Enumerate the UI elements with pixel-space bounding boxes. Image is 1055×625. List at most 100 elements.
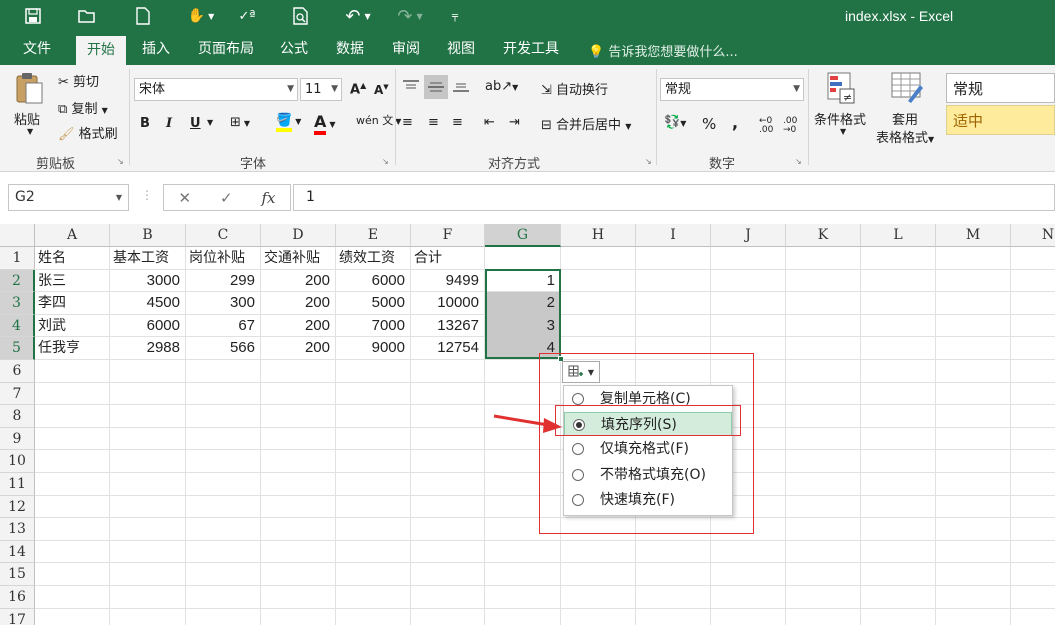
row-header-16[interactable]: 16 [0,586,35,609]
row-header-6[interactable]: 6 [0,360,35,383]
column-header-m[interactable]: M [936,224,1011,247]
format-as-table-icon[interactable] [890,71,924,109]
value-cell[interactable]: 566 [186,337,258,359]
tab-developer[interactable]: 开发工具 [496,33,566,65]
new-file-icon[interactable] [132,5,154,27]
value-cell[interactable]: 3000 [110,270,183,292]
column-header-a[interactable]: A [35,224,110,247]
row-header-13[interactable]: 13 [0,518,35,541]
row-header-11[interactable]: 11 [0,473,35,496]
paste-dropdown-icon[interactable]: ▼ [27,127,33,136]
column-header-i[interactable]: I [636,224,711,247]
column-header-j[interactable]: J [711,224,786,247]
touch-mode-icon[interactable]: ✋ ▼ [183,5,219,27]
column-header-d[interactable]: D [261,224,336,247]
conditional-format-button[interactable]: 条件格式 [814,109,866,128]
grow-font-button[interactable]: A▲ [350,81,366,97]
align-top-icon[interactable] [402,79,420,97]
formula-input[interactable]: 1 [293,184,1055,211]
value-cell[interactable]: 13267 [411,315,482,337]
column-header-f[interactable]: F [411,224,485,247]
value-cell[interactable]: 2988 [110,337,183,359]
column-header-c[interactable]: C [186,224,261,247]
value-cell[interactable]: 200 [261,315,333,337]
number-format-combo[interactable]: 常规 ▼ [660,78,804,101]
open-folder-icon[interactable] [76,5,98,27]
align-center-icon[interactable]: ≡ [428,115,439,130]
name-box[interactable]: G2 ▼ [8,184,129,211]
row-header-1[interactable]: 1 [0,247,35,270]
value-cell[interactable]: 67 [186,315,258,337]
paste-button[interactable]: 粘贴 [14,109,40,128]
name-cell[interactable]: 李四 [35,292,110,314]
align-right-icon[interactable]: ≡ [452,115,463,130]
column-header-k[interactable]: K [786,224,861,247]
font-color-button[interactable]: A ▼ [314,112,336,135]
merge-center-button[interactable]: ⊟ 合并后居中 ▼ [541,114,631,133]
underline-button[interactable]: U [190,116,201,131]
option-flash-fill[interactable]: 快速填充(F) [564,488,732,512]
row-header-12[interactable]: 12 [0,495,35,519]
tab-page-layout[interactable]: 页面布局 [192,33,260,65]
row-header-2[interactable]: 2 [0,269,35,293]
decrease-indent-icon[interactable]: ⇤ [484,115,495,130]
copy-button[interactable]: ⧉ 复制 ▼ [58,98,108,117]
format-as-table-button[interactable]: 表格格式▼ [876,127,934,146]
shrink-font-button[interactable]: A▼ [374,83,389,97]
underline-dropdown-icon[interactable]: ▼ [207,118,213,127]
wrap-text-button[interactable]: ⇲ 自动换行 [541,79,608,98]
column-header-n[interactable]: N [1011,224,1055,247]
bold-button[interactable]: B [140,116,150,131]
customize-qat-icon[interactable]: ╤ [447,5,463,27]
cut-button[interactable]: ✂ 剪切 [58,71,99,90]
column-header-g[interactable]: G [485,224,561,247]
row-header-9[interactable]: 9 [0,427,35,451]
font-launcher-icon[interactable]: ↘ [382,157,389,166]
value-cell[interactable]: 12754 [411,337,482,359]
column-header-l[interactable]: L [861,224,936,247]
row-header-5[interactable]: 5 [0,337,35,360]
value-cell[interactable]: 299 [186,270,258,292]
increase-decimal-button[interactable]: ←0 .00 [759,117,781,135]
value-cell[interactable]: 5000 [336,292,408,314]
value-cell[interactable]: 6000 [336,270,408,292]
orientation-button[interactable]: ab↗▼ [485,79,518,94]
value-cell[interactable]: 200 [261,292,333,314]
tab-home[interactable]: 开始 [76,36,126,65]
row-header-10[interactable]: 10 [0,450,35,473]
column-header-e[interactable]: E [336,224,411,247]
tell-me-box[interactable]: 💡 告诉我您想要做什么... [588,41,738,60]
name-cell[interactable]: 任我亨 [35,337,110,359]
name-cell[interactable]: 刘武 [35,315,110,337]
header-cell[interactable]: 合计 [411,247,485,269]
conditional-dropdown-icon[interactable]: ▼ [840,127,846,136]
clipboard-launcher-icon[interactable]: ↘ [117,157,124,166]
value-cell[interactable]: 7000 [336,315,408,337]
format-painter-button[interactable]: 🖌 格式刷 [58,123,118,142]
align-bottom-icon[interactable] [452,79,470,97]
value-cell[interactable]: 9499 [411,270,482,292]
select-all-corner[interactable] [0,224,35,247]
tab-file[interactable]: 文件 [12,33,62,65]
cell-style-normal[interactable]: 常规 [946,73,1055,103]
value-cell[interactable]: 10000 [411,292,482,314]
value-cell[interactable]: 6000 [110,315,183,337]
column-header-b[interactable]: B [110,224,186,247]
cell-style-neutral[interactable]: 适中 [946,105,1055,135]
accounting-format-button[interactable]: 💱▼ [664,115,686,130]
row-header-8[interactable]: 8 [0,405,35,428]
option-fill-without-formatting[interactable]: 不带格式填充(O) [564,463,732,487]
comma-button[interactable]: , [732,113,738,132]
row-header-4[interactable]: 4 [0,314,35,338]
value-cell[interactable]: 200 [261,270,333,292]
align-left-icon[interactable]: ≡ [402,115,413,130]
header-cell[interactable]: 岗位补贴 [186,247,261,269]
row-header-3[interactable]: 3 [0,292,35,315]
font-name-combo[interactable]: 宋体 ▼ [134,78,298,101]
increase-indent-icon[interactable]: ⇥ [509,115,520,130]
borders-button[interactable]: ⊞ ▼ [230,115,250,130]
value-cell[interactable]: 200 [261,337,333,359]
format-as-table-line1[interactable]: 套用 [892,109,918,128]
row-header-15[interactable]: 15 [0,563,35,586]
cancel-icon[interactable]: ✕ [178,189,191,207]
